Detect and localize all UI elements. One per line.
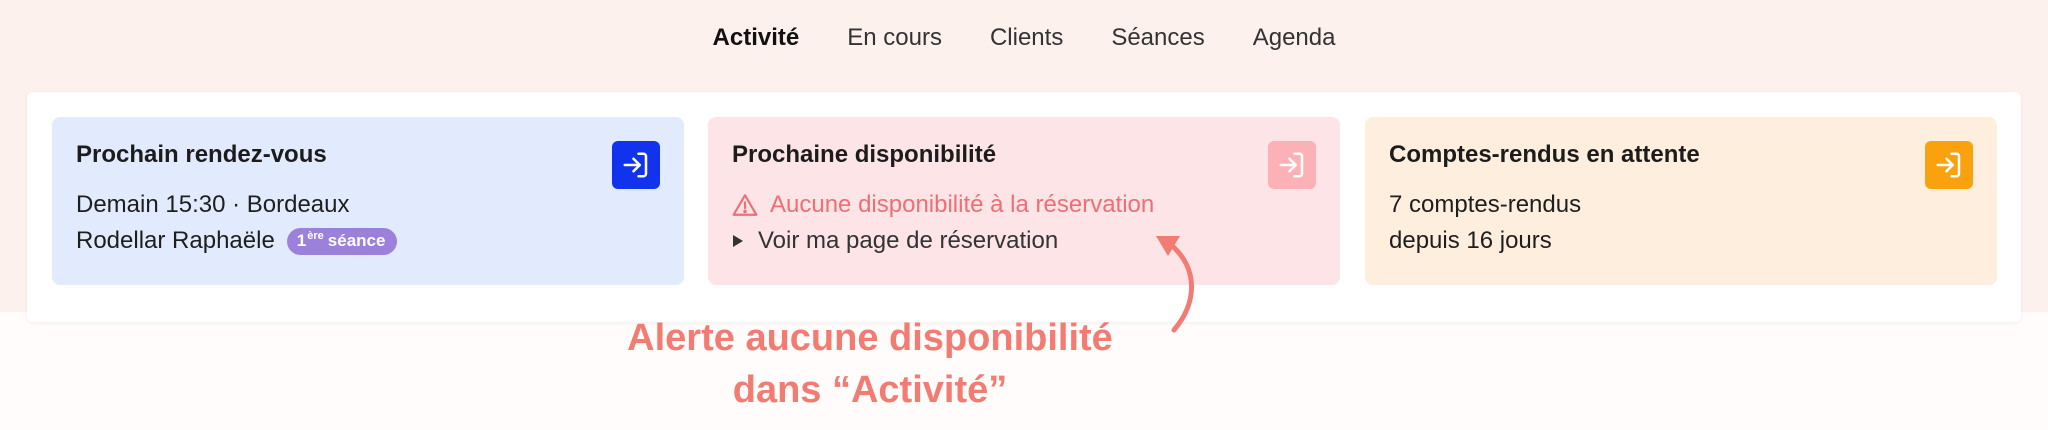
card-title: Prochain rendez-vous (76, 141, 327, 168)
no-availability-alert: Aucune disponibilité à la réservation (732, 191, 1154, 219)
sign-in-icon (1279, 152, 1304, 178)
annotation-line-2: dans “Activité” (732, 369, 1008, 411)
next-availability-card: Prochaine disponibilité Aucune disponibi… (708, 117, 1340, 285)
badge-word: séance (327, 230, 386, 250)
alert-text: Aucune disponibilité à la réservation (770, 191, 1155, 218)
booking-page-link[interactable]: Voir ma page de réservation (732, 227, 1058, 255)
card-title: Prochaine disponibilité (732, 141, 997, 168)
appointment-time-location: Demain 15:30 · Bordeaux (76, 191, 350, 218)
reports-count: 7 comptes-rendus (1389, 191, 1582, 218)
badge-number: 1 (296, 230, 307, 250)
sign-in-icon (623, 152, 648, 178)
disclosure-triangle-icon (732, 234, 746, 248)
open-appointment-button[interactable] (612, 141, 660, 189)
nav-tab-seances[interactable]: Séances (1087, 18, 1228, 58)
open-reports-button[interactable] (1925, 141, 1973, 189)
appointment-client-row: Rodellar Raphaële 1 ère séance (76, 227, 398, 255)
booking-page-link-text: Voir ma page de réservation (758, 227, 1059, 254)
client-name: Rodellar Raphaële (76, 227, 275, 254)
badge-superscript: ère (307, 229, 324, 242)
sign-in-icon (1936, 152, 1961, 178)
card-title: Comptes-rendus en attente (1389, 141, 1700, 168)
nav-tab-agenda[interactable]: Agenda (1229, 18, 1360, 58)
nav-tab-clients[interactable]: Clients (966, 18, 1087, 58)
open-availability-button[interactable] (1268, 141, 1316, 189)
next-appointment-card: Prochain rendez-vous Demain 15:30 · Bord… (52, 117, 684, 285)
pending-reports-card: Comptes-rendus en attente 7 comptes-rend… (1365, 117, 1997, 285)
main-navigation: Activité En cours Clients Séances Agenda (0, 18, 2048, 58)
annotation-caption: Alerte aucune disponibilité dans “Activi… (540, 312, 1200, 416)
nav-tab-activite[interactable]: Activité (689, 18, 824, 58)
first-session-badge: 1 ère séance (286, 227, 398, 255)
annotation-line-1: Alerte aucune disponibilité (627, 317, 1113, 359)
reports-age: depuis 16 jours (1389, 227, 1552, 254)
warning-triangle-icon (732, 193, 758, 217)
nav-tab-en-cours[interactable]: En cours (823, 18, 966, 58)
